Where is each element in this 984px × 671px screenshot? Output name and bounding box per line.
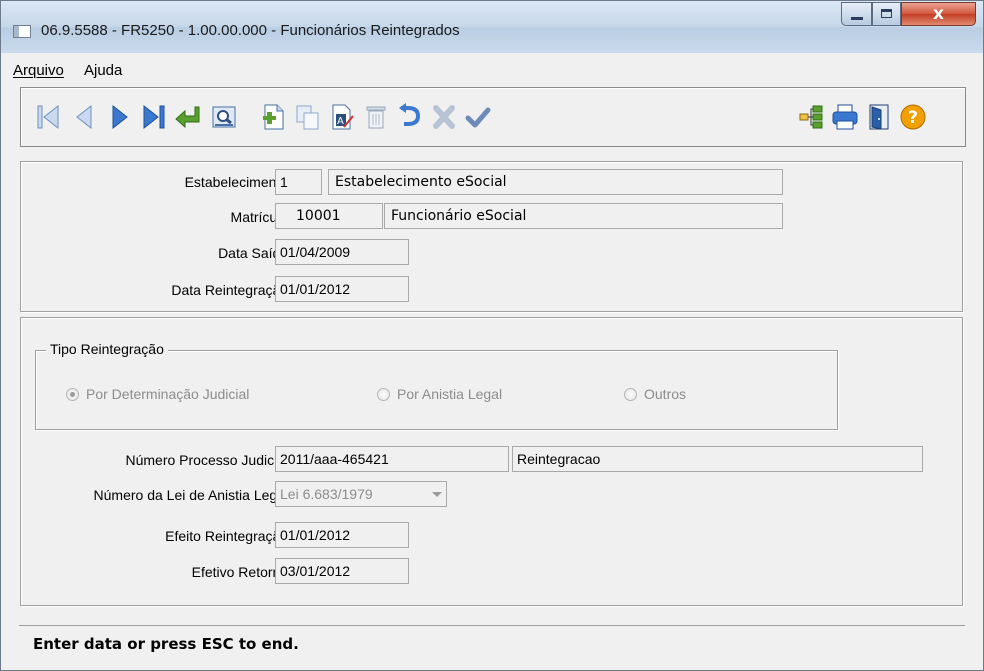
next-record-icon — [112, 104, 128, 130]
tree-button[interactable] — [794, 88, 828, 146]
cancel-icon — [433, 105, 455, 129]
copy-button[interactable] — [291, 88, 325, 146]
efeito-label: Efeito Reintegração: — [165, 528, 292, 544]
goto-button[interactable] — [171, 88, 205, 146]
retorno-field[interactable]: 03/01/2012 — [275, 558, 409, 584]
edit-icon: A — [332, 104, 354, 130]
tipo-reintegracao-title: Tipo Reintegração — [46, 341, 168, 357]
radio-judicial-indicator — [66, 387, 79, 401]
undo-button[interactable] — [393, 88, 427, 146]
data-reintegracao-label: Data Reintegração: — [171, 282, 292, 298]
processo-desc-field[interactable]: Reintegracao — [512, 446, 923, 472]
next-record-button[interactable] — [103, 88, 137, 146]
lei-combo-value: Lei 6.683/1979 — [280, 486, 373, 502]
app-icon — [13, 25, 31, 38]
last-record-button[interactable] — [137, 88, 171, 146]
print-button[interactable] — [828, 88, 862, 146]
lei-combo[interactable]: Lei 6.683/1979 — [275, 481, 447, 507]
maximize-button[interactable] — [872, 2, 901, 26]
app-window: 06.9.5588 - FR5250 - 1.00.00.000 - Funci… — [0, 0, 984, 671]
processo-numero-field[interactable]: 2011/aaa-465421 — [275, 446, 509, 472]
minimize-icon — [851, 17, 863, 20]
maximize-icon — [881, 9, 892, 18]
status-text: Enter data or press ESC to end. — [33, 635, 299, 653]
help-icon: ? — [900, 104, 926, 130]
prev-record-icon — [76, 104, 92, 130]
confirm-icon — [465, 107, 491, 128]
help-glyph: ? — [908, 108, 918, 128]
first-record-button[interactable] — [31, 88, 65, 146]
first-record-icon — [37, 104, 59, 130]
delete-icon — [366, 106, 386, 129]
toolbar: A ? — [20, 87, 966, 147]
chevron-down-icon — [432, 492, 442, 497]
cancel-button[interactable] — [427, 88, 461, 146]
title-bar: 06.9.5588 - FR5250 - 1.00.00.000 - Funci… — [1, 1, 983, 53]
estabelecimento-code-field[interactable]: 1 — [275, 169, 322, 195]
tree-icon — [799, 105, 823, 129]
status-bar: Enter data or press ESC to end. — [19, 625, 965, 662]
estabelecimento-name-field: Estabelecimento eSocial — [328, 169, 783, 195]
radio-outros[interactable]: Outros — [624, 386, 686, 402]
exit-button[interactable] — [862, 88, 896, 146]
details-panel: Tipo Reintegração Por Determinação Judic… — [20, 317, 963, 606]
data-saida-field[interactable]: 01/04/2009 — [275, 239, 409, 265]
radio-outros-label: Outros — [644, 386, 687, 402]
radio-judicial-label: Por Determinação Judicial — [86, 386, 250, 402]
last-record-icon — [143, 104, 165, 130]
efeito-field[interactable]: 01/01/2012 — [275, 522, 409, 548]
delete-button[interactable] — [359, 88, 393, 146]
matricula-name-field: Funcionário eSocial — [384, 203, 783, 229]
edit-button[interactable]: A — [325, 88, 359, 146]
radio-anistia[interactable]: Por Anistia Legal — [377, 386, 502, 402]
svg-text:A: A — [337, 116, 344, 127]
radio-judicial[interactable]: Por Determinação Judicial — [66, 386, 249, 402]
lei-label: Número da Lei de Anistia Legal: — [93, 487, 292, 503]
window-title: 06.9.5588 - FR5250 - 1.00.00.000 - Funci… — [41, 22, 460, 39]
undo-icon — [399, 103, 421, 126]
prev-record-button[interactable] — [67, 88, 101, 146]
processo-label: Número Processo Judicial: — [125, 452, 292, 468]
menu-arquivo[interactable]: Arquivo — [13, 62, 64, 79]
data-reintegracao-field[interactable]: 01/01/2012 — [275, 276, 409, 302]
search-icon — [212, 106, 236, 128]
menu-ajuda[interactable]: Ajuda — [84, 62, 122, 79]
radio-outros-indicator — [624, 387, 637, 401]
search-button[interactable] — [207, 88, 241, 146]
matricula-code-field[interactable]: 10001 — [275, 203, 383, 229]
close-button[interactable]: x — [901, 2, 976, 26]
add-button[interactable] — [257, 88, 291, 146]
radio-anistia-label: Por Anistia Legal — [397, 386, 503, 402]
add-icon — [263, 104, 284, 130]
goto-icon — [175, 106, 200, 129]
help-button[interactable]: ? — [896, 88, 930, 146]
print-icon — [832, 104, 858, 130]
minimize-button[interactable] — [841, 2, 872, 26]
radio-anistia-indicator — [377, 387, 390, 401]
copy-icon — [296, 105, 319, 130]
confirm-button[interactable] — [461, 88, 495, 146]
exit-icon — [869, 104, 889, 130]
menu-bar: Arquivo Ajuda — [2, 59, 982, 83]
header-panel: Estabelecimento: 1 Estabelecimento eSoci… — [20, 161, 963, 312]
close-icon: x — [933, 4, 944, 24]
